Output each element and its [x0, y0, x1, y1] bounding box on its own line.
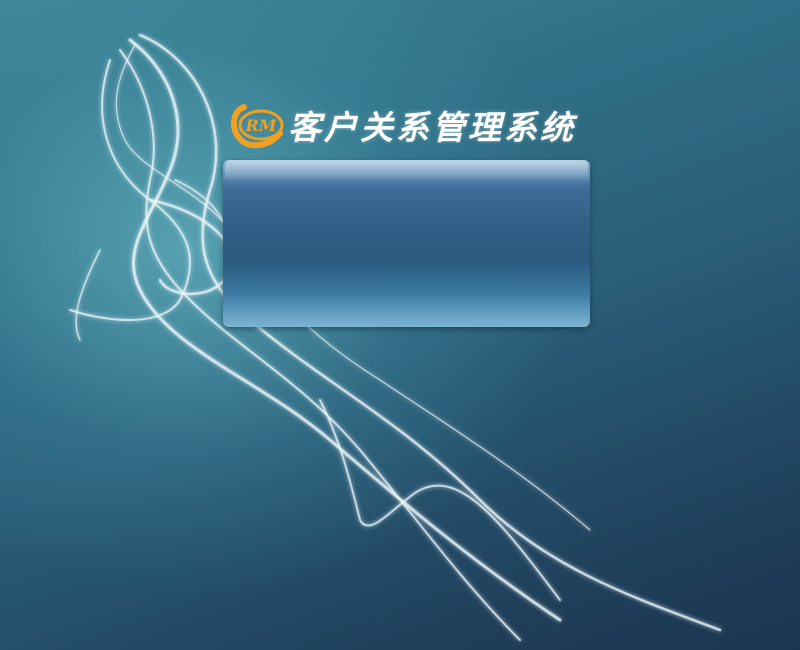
app-title: 客户关系管理系统 — [288, 108, 576, 147]
brand-header: RM 客户关系管理系统 — [228, 100, 576, 150]
crm-logo-icon: RM — [231, 104, 284, 149]
login-panel — [223, 160, 590, 327]
login-background: RM 客户关系管理系统 — [0, 0, 800, 650]
panel-gloss — [225, 161, 588, 179]
logo-text: RM — [244, 116, 277, 135]
